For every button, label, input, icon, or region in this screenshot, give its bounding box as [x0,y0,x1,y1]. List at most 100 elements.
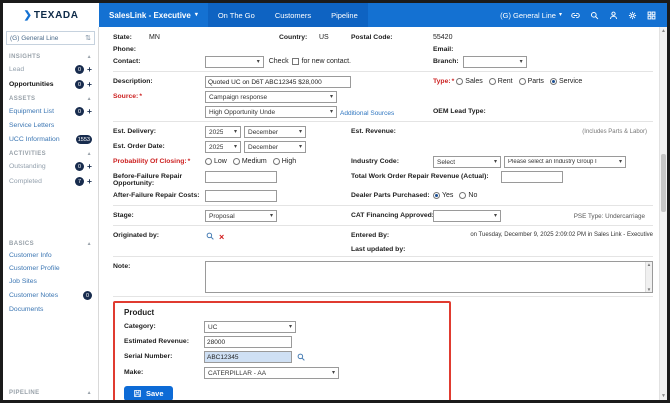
cat-financing-select[interactable]: ▾ [433,210,501,222]
probability-low-radio[interactable] [205,158,212,165]
type-service-radio[interactable] [550,78,557,85]
nav-pipeline[interactable]: Pipeline [321,3,368,27]
probability-high-radio[interactable] [273,158,280,165]
estimated-revenue-label: Estimated Revenue: [124,336,204,345]
section-title: ACTIVITIES [9,151,46,157]
sidebar-item-customer-notes[interactable]: Customer Notes 0 [3,288,98,303]
note-scrollbar[interactable]: ▲▼ [645,262,652,292]
sidebar-section-basics[interactable]: BASICS ▲ [3,237,98,249]
sidebar-item-customer-profile[interactable]: Customer Profile [3,262,98,275]
source-secondary-select[interactable]: High Opportunity Unde▾ [205,106,337,118]
link-icon[interactable] [570,10,581,21]
search-icon[interactable] [589,10,600,21]
gear-icon[interactable] [627,10,638,21]
contact-label: Contact: [113,56,205,65]
est-order-month-select[interactable]: December▾ [244,141,306,153]
sidebar-item-label: Service Letters [9,122,92,129]
chevron-up-icon: ▲ [87,241,92,247]
est-order-month-value: December [248,144,278,151]
sidebar-item-equipment-list[interactable]: Equipment List 0 + [3,104,98,119]
scroll-up-icon[interactable]: ▲ [661,28,666,34]
add-icon[interactable]: + [87,162,92,171]
sidebar-item-opportunities[interactable]: Opportunities 0 + [3,77,98,92]
new-contact-checkbox[interactable] [292,58,299,65]
nav-label: Pipeline [331,11,358,20]
add-icon[interactable]: + [87,177,92,186]
branch-select[interactable]: ▾ [463,56,527,68]
sidebar-item-customer-info[interactable]: Customer Info [3,249,98,262]
user-icon[interactable] [608,10,619,21]
required-asterisk: * [139,93,142,100]
description-input[interactable] [205,76,351,88]
texada-logo[interactable]: ❯ TEXADA [3,3,99,27]
sidebar-section-pipeline[interactable]: PIPELINE ▲ [3,386,98,398]
scroll-down-icon[interactable]: ▼ [647,287,651,292]
state-field: State: MN [113,32,279,41]
serial-number-input[interactable] [204,351,292,363]
add-icon[interactable]: + [87,80,92,89]
sidebar-item-job-sites[interactable]: Job Sites [3,275,98,288]
category-select[interactable]: UC▾ [204,321,296,333]
nav-customers[interactable]: Customers [265,3,321,27]
sidebar-section-insights[interactable]: INSIGHTS ▲ [3,50,98,62]
sidebar-item-ucc-information[interactable]: UCC Information 1553 [3,132,98,147]
sidebar-item-documents[interactable]: Documents [3,303,98,316]
estimated-revenue-input[interactable] [204,336,292,348]
est-delivery-year-select[interactable]: 2025▾ [205,126,241,138]
add-icon[interactable]: + [87,65,92,74]
divider [113,225,653,226]
chevron-up-icon: ▲ [87,151,92,157]
apps-grid-icon[interactable] [646,10,657,21]
general-line-dropdown[interactable]: (G) General Line ▾ [500,11,562,20]
total-wo-revenue-input[interactable] [501,171,563,183]
sidebar-item-completed[interactable]: Completed 7 + [3,174,98,189]
est-delivery-month-select[interactable]: December▾ [244,126,306,138]
count-badge: 0 [83,291,92,300]
scrollbar-thumb[interactable] [661,154,666,212]
stage-select[interactable]: Proposal▾ [205,210,277,222]
make-label: Make: [124,367,204,376]
clear-x-icon[interactable]: × [219,232,224,242]
source-select[interactable]: Campaign response▾ [205,91,337,103]
type-parts-radio[interactable] [519,78,526,85]
dealer-parts-no-radio[interactable] [459,192,466,199]
sidebar-line-selector[interactable]: (G) General Line ⇅ [6,31,95,45]
make-select[interactable]: CATERPILLAR - AA▾ [204,367,339,379]
save-button-label: Save [146,389,164,398]
type-sales-label: Sales [465,76,483,85]
save-icon [133,389,142,398]
save-button[interactable]: Save [124,386,173,400]
sidebar-section-assets[interactable]: ASSETS ▲ [3,92,98,104]
app-selector-dropdown[interactable]: SalesLink - Executive ▾ [99,3,208,27]
industry-group-select[interactable]: Please select an Industry Group I▾ [504,156,626,168]
section-title: ASSETS [9,96,35,102]
sidebar-item-outstanding[interactable]: Outstanding 0 + [3,159,98,174]
probability-medium-label: Medium [242,156,267,165]
app-window: ❯ TEXADA SalesLink - Executive ▾ On The … [0,0,670,403]
sidebar-section-activities[interactable]: ACTIVITIES ▲ [3,147,98,159]
contact-select[interactable]: ▾ [205,56,264,68]
vertical-scrollbar[interactable]: ▲ ▼ [659,27,667,400]
count-badge: 1553 [76,135,92,144]
scroll-up-icon[interactable]: ▲ [647,262,651,267]
sidebar-item-lead[interactable]: Lead 0 + [3,62,98,77]
type-sales-radio[interactable] [456,78,463,85]
serial-search-icon[interactable] [296,351,306,364]
dealer-parts-yes-radio[interactable] [433,192,440,199]
scroll-down-icon[interactable]: ▼ [661,393,666,399]
probability-medium-radio[interactable] [233,158,240,165]
sidebar-item-service-letters[interactable]: Service Letters [3,119,98,132]
est-order-year-value: 2025 [209,144,223,151]
est-order-year-select[interactable]: 2025▾ [205,141,241,153]
nav-on-the-go[interactable]: On The Go [208,3,265,27]
before-failure-input[interactable] [205,171,277,183]
note-textarea[interactable]: ▲▼ [205,261,653,293]
top-nav: On The Go Customers Pipeline [208,3,368,27]
after-failure-input[interactable] [205,190,277,202]
industry-code-select[interactable]: Select▾ [433,156,501,168]
entered-by-value: on Tuesday, December 9, 2025 2:09:02 PM … [433,230,653,239]
type-rent-radio[interactable] [489,78,496,85]
add-icon[interactable]: + [87,107,92,116]
branch-label: Branch: [433,56,459,65]
lookup-search-icon[interactable] [205,231,215,243]
